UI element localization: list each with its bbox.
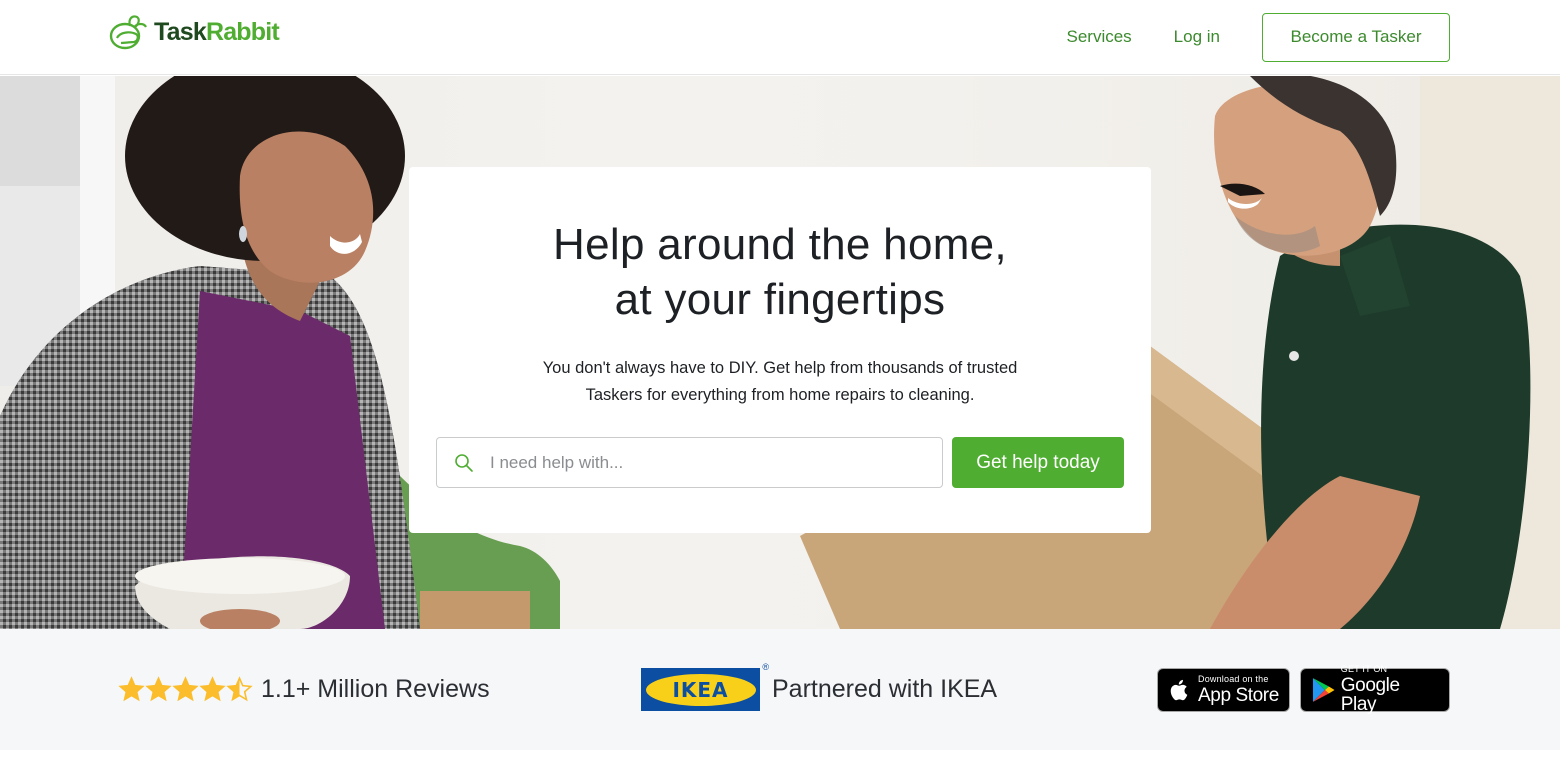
apple-icon [1170, 679, 1188, 700]
partner-text: Partnered with IKEA [772, 675, 998, 703]
logo-rabbit: Rabbit [205, 17, 280, 46]
ikea-logo-text: IKEA [645, 673, 756, 706]
subtext-line-2: Taskers for everything from home repairs… [585, 386, 975, 404]
google-play-small-text: GET IT ON [1340, 664, 1388, 674]
star-full-icon [145, 676, 172, 702]
star-full-icon [172, 676, 199, 702]
app-download-badges: Download on the App Store GET IT ON Goog… [1157, 629, 1450, 750]
task-search-input[interactable] [437, 438, 942, 487]
search-field [436, 437, 943, 488]
app-store-small-text: Download on the [1198, 673, 1269, 684]
app-store-badge[interactable]: Download on the App Store [1157, 667, 1290, 712]
google-play-text: GET IT ON Google Play [1340, 664, 1439, 715]
hero-subtext: You don't always have to DIY. Get help f… [409, 355, 1151, 409]
ikea-partner-badge: IKEA ® Partnered with IKEA [641, 629, 997, 750]
search-icon [455, 454, 473, 472]
app-store-big-text: App Store [1198, 684, 1279, 706]
top-nav: Services Log in Become a Tasker [1066, 12, 1450, 62]
hero-card: Help around the home, at your fingertips… [409, 167, 1151, 533]
star-full-icon [199, 676, 226, 702]
google-play-badge[interactable]: GET IT ON Google Play [1300, 664, 1450, 715]
site-header: TaskRabbit Services Log in Become a Task… [0, 0, 1560, 75]
star-rating [118, 676, 253, 703]
reviews-badge: 1.1+ Million Reviews [118, 629, 490, 750]
headline-line-1: Help around the home, [553, 220, 1007, 269]
become-tasker-button[interactable]: Become a Tasker [1262, 12, 1450, 62]
logo-task: Task [154, 17, 207, 46]
logo-wordmark: TaskRabbit [154, 17, 280, 46]
get-help-today-button[interactable]: Get help today [952, 437, 1124, 488]
taskrabbit-logo[interactable]: TaskRabbit [108, 14, 280, 50]
star-half-icon [226, 676, 253, 702]
nav-services-link[interactable]: Services [1066, 27, 1131, 47]
rabbit-logo-icon [109, 15, 147, 50]
ikea-logo: IKEA ® [641, 662, 769, 711]
hero-section: Help around the home, at your fingertips… [0, 76, 1560, 629]
star-full-icon [118, 676, 145, 702]
reviews-text: 1.1+ Million Reviews [261, 675, 490, 703]
hero-headline: Help around the home, at your fingertips [409, 217, 1151, 327]
google-play-icon [1312, 677, 1335, 702]
trust-bar: 1.1+ Million Reviews IKEA ® Partnered wi… [0, 629, 1560, 750]
task-search-form: Get help today [436, 437, 1124, 488]
ikea-registered-mark: ® [762, 662, 769, 672]
nav-login-link[interactable]: Log in [1174, 27, 1220, 47]
app-store-text: Download on the App Store [1198, 673, 1279, 706]
google-play-big-text: Google Play [1340, 675, 1400, 715]
headline-line-2: at your fingertips [614, 275, 946, 324]
subtext-line-1: You don't always have to DIY. Get help f… [542, 359, 1018, 377]
